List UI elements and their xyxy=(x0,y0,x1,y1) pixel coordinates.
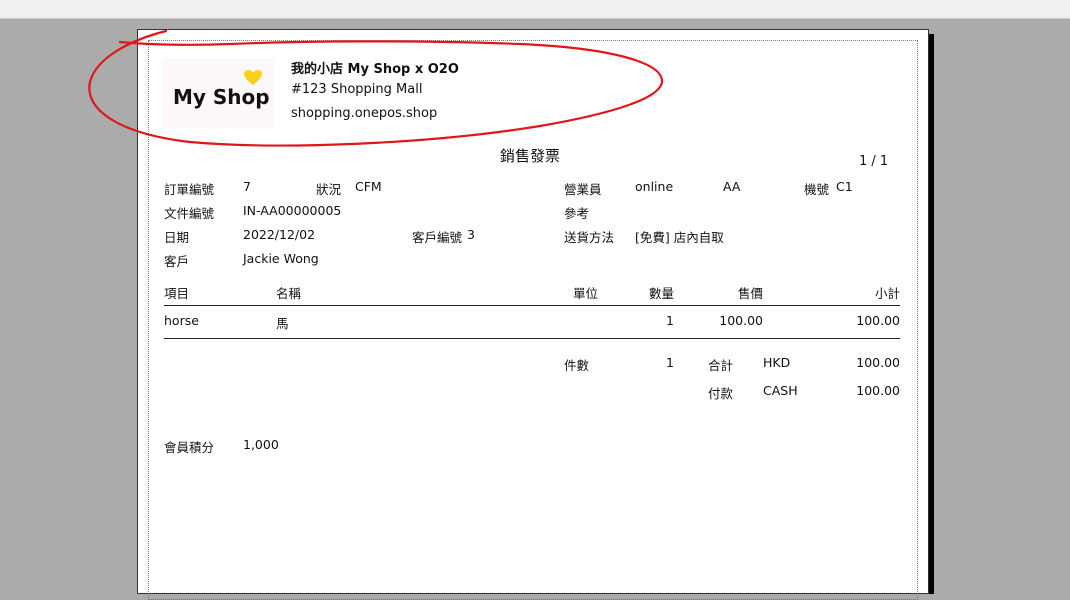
row-item: horse xyxy=(164,313,199,328)
member-points-value: 1,000 xyxy=(243,437,279,452)
item-count-value: 1 xyxy=(666,355,674,370)
row-qty: 1 xyxy=(666,313,674,328)
col-header-item: 項目 xyxy=(164,286,190,301)
item-count-label: 件數 xyxy=(564,358,590,373)
reference-label: 參考 xyxy=(564,206,590,221)
machine-value: C1 xyxy=(836,179,853,194)
status-label: 狀況 xyxy=(316,182,342,197)
viewer-toolbar xyxy=(0,0,1070,19)
invoice-page: My Shop 我的小店 My Shop x O2O #123 Shopping… xyxy=(137,29,929,600)
date-value: 2022/12/02 xyxy=(243,227,316,242)
row-name: 馬 xyxy=(276,316,289,331)
order-no-label: 訂單編號 xyxy=(164,182,215,197)
shop-name: 我的小店 My Shop x O2O xyxy=(291,62,459,77)
salesperson-label: 營業員 xyxy=(564,182,602,197)
doc-no-label: 文件編號 xyxy=(164,206,215,221)
delivery-value: [免費] 店內自取 xyxy=(635,230,724,245)
row-subtotal: 100.00 xyxy=(856,313,900,328)
customer-no-label: 客戶編號 xyxy=(412,230,463,245)
payment-value: 100.00 xyxy=(856,383,900,398)
col-header-qty: 數量 xyxy=(648,286,674,301)
shop-address: #123 Shopping Mall xyxy=(291,82,423,97)
table-bottom-divider xyxy=(164,338,900,339)
col-header-unit: 單位 xyxy=(572,286,598,301)
logo-text: My Shop xyxy=(173,85,270,109)
customer-value: Jackie Wong xyxy=(243,251,319,266)
machine-label: 機號 xyxy=(804,182,830,197)
date-label: 日期 xyxy=(164,230,190,245)
payment-method: CASH xyxy=(763,383,798,398)
document-title: 銷售發票 xyxy=(500,147,561,165)
total-label: 合計 xyxy=(708,358,734,373)
customer-no-value: 3 xyxy=(467,227,475,242)
customer-label: 客戶 xyxy=(164,254,190,269)
doc-no-value: IN-AA00000005 xyxy=(243,203,342,218)
col-header-price: 售價 xyxy=(737,286,763,301)
col-header-name: 名稱 xyxy=(276,286,302,301)
member-points-label: 會員積分 xyxy=(164,440,215,455)
total-value: 100.00 xyxy=(856,355,900,370)
order-no-value: 7 xyxy=(243,179,251,194)
total-currency: HKD xyxy=(763,355,791,370)
shop-website: shopping.onepos.shop xyxy=(291,106,438,121)
shop-logo: My Shop xyxy=(163,58,273,128)
page-number: 1 / 1 xyxy=(859,154,889,169)
salesperson-code: AA xyxy=(723,179,741,194)
heart-icon xyxy=(244,70,262,86)
col-header-subtotal: 小計 xyxy=(874,286,900,301)
payment-label: 付款 xyxy=(708,386,734,401)
salesperson-value: online xyxy=(635,179,674,194)
delivery-label: 送貨方法 xyxy=(564,230,615,245)
status-value: CFM xyxy=(355,179,382,194)
table-header-divider xyxy=(164,305,900,306)
row-price: 100.00 xyxy=(719,313,763,328)
